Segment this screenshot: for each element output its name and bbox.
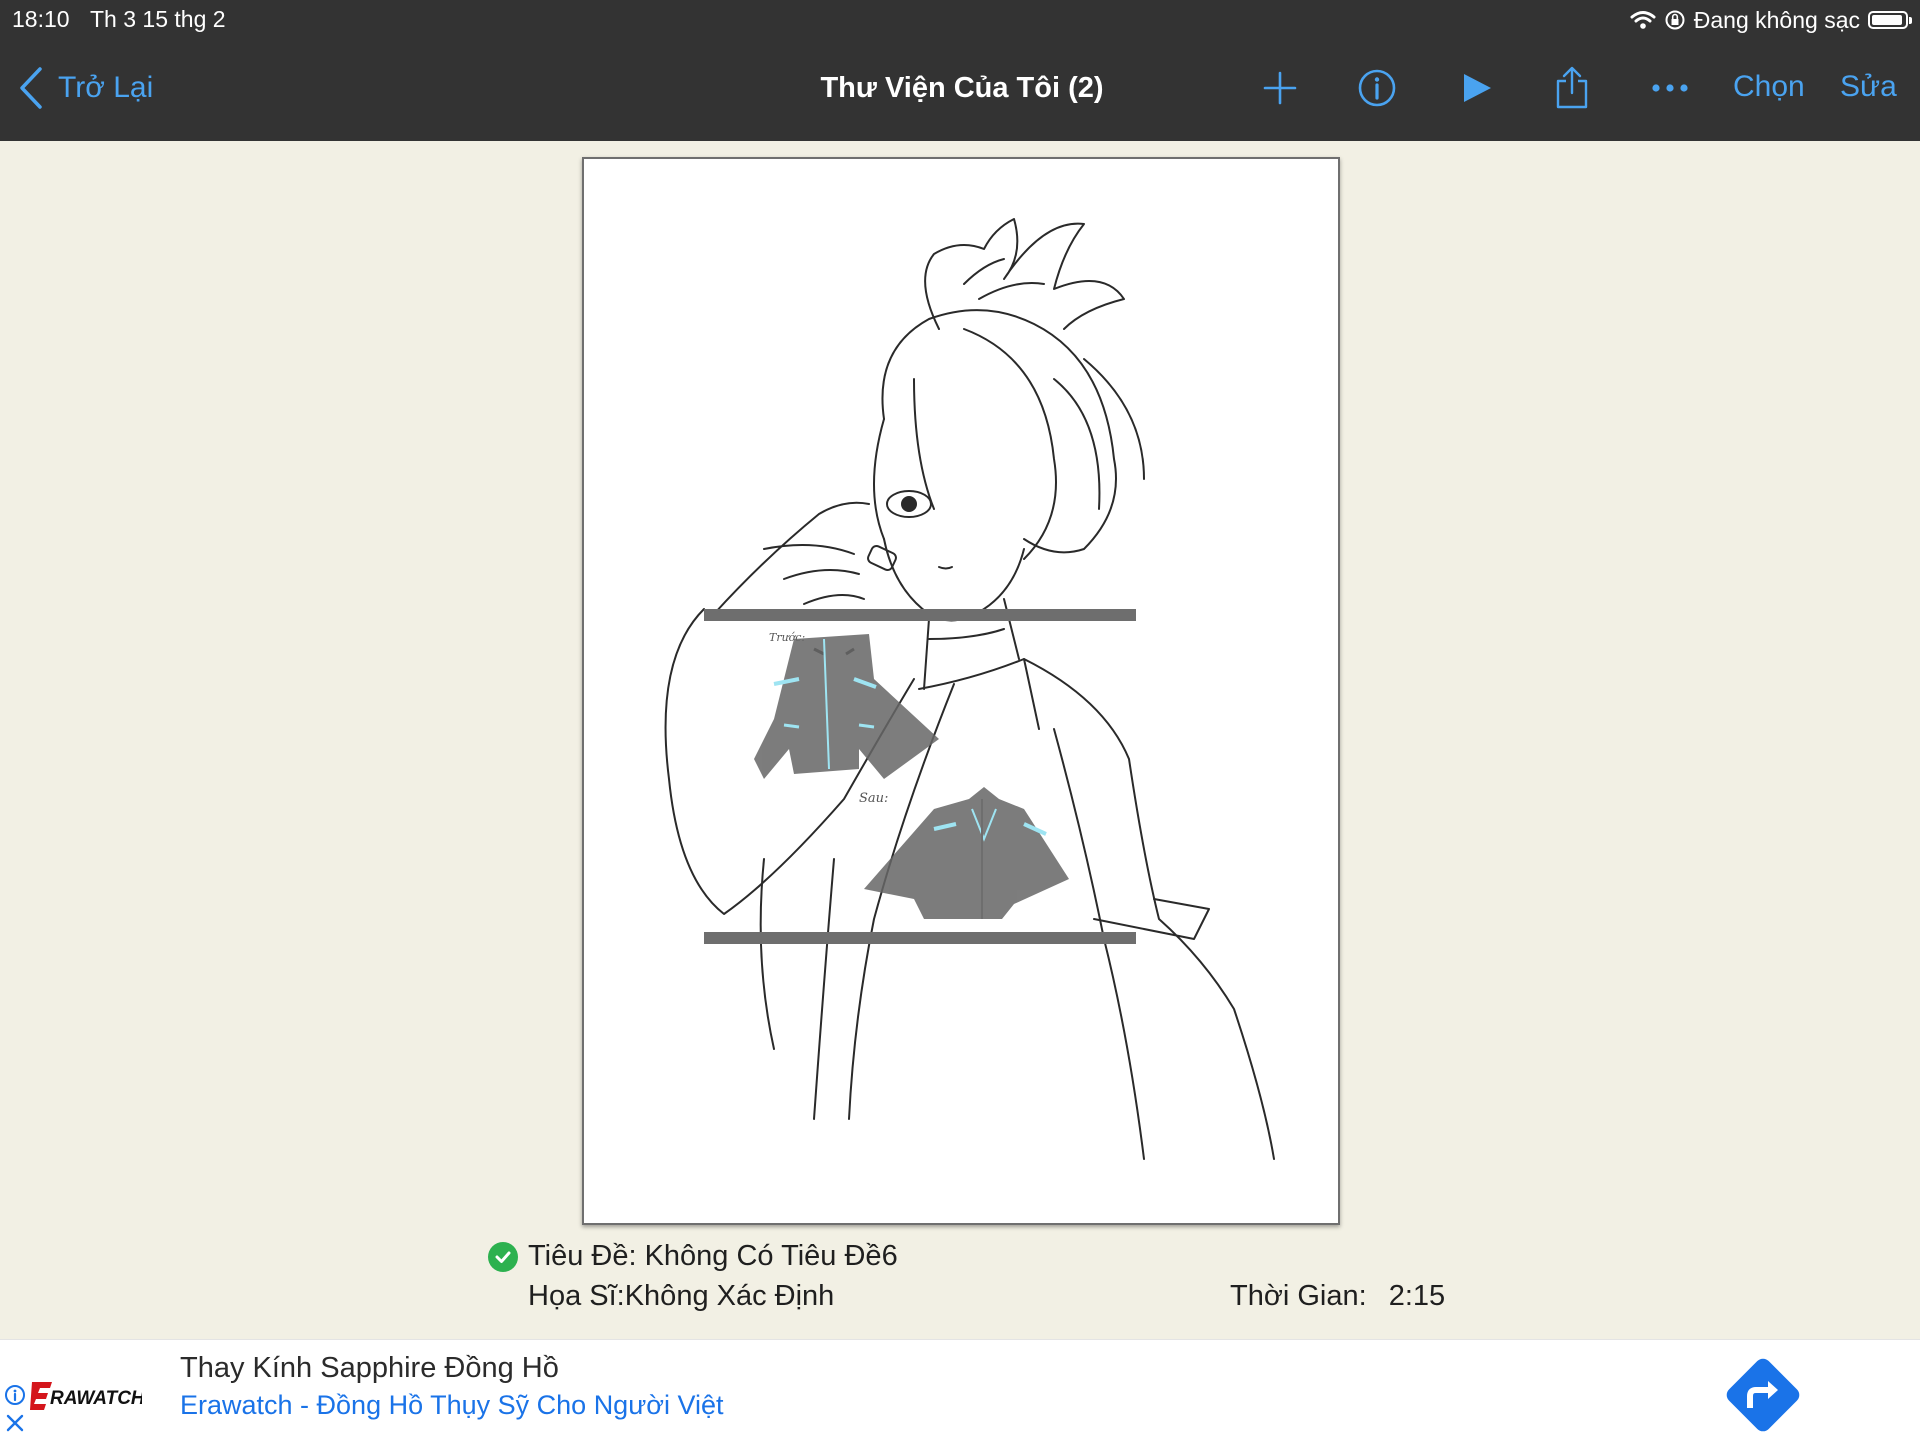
- info-icon: [1358, 69, 1396, 107]
- artwork-time: Thời Gian: 2:15: [1230, 1280, 1445, 1313]
- ad-subline: Erawatch - Đồng Hồ Thụy Sỹ Cho Người Việ…: [180, 1390, 724, 1420]
- more-icon: [1652, 84, 1688, 92]
- back-button[interactable]: Trở Lại: [18, 66, 153, 110]
- charging-status: Đang không sạc: [1693, 6, 1860, 33]
- battery-icon: [1868, 11, 1912, 29]
- status-date: Th 3 15 thg 2: [90, 6, 226, 32]
- back-button-label: Trở Lại: [58, 71, 154, 104]
- ad-headline: Thay Kính Sapphire Đồng Hồ: [180, 1352, 559, 1384]
- add-button[interactable]: [1258, 66, 1302, 110]
- edit-button[interactable]: Sửa: [1840, 70, 1897, 104]
- ad-info-icon[interactable]: [4, 1384, 26, 1406]
- artwork-thumbnail[interactable]: Trước: Sau:: [582, 157, 1340, 1225]
- directions-icon[interactable]: [1718, 1350, 1808, 1440]
- share-button[interactable]: [1550, 66, 1594, 110]
- reference-bar-bottom: [704, 932, 1136, 944]
- checkmark-icon: [488, 1241, 518, 1272]
- artwork-title-row: Tiêu Đề: Không Có Tiêu Đề6: [488, 1240, 898, 1273]
- top-bar: 18:10 Th 3 15 thg 2 Đang không sạc Trở L…: [0, 0, 1920, 141]
- face: [883, 538, 1025, 622]
- more-button[interactable]: [1648, 66, 1692, 110]
- select-button[interactable]: Chọn: [1733, 70, 1805, 104]
- erawatch-logo: RAWATCH: [30, 1382, 142, 1410]
- artwork-artist: Họa Sĩ:Không Xác Định: [528, 1280, 835, 1312]
- reference-bar-top: [704, 609, 1136, 621]
- inset-label-after: Sau:: [859, 791, 888, 806]
- svg-text:RAWATCH: RAWATCH: [50, 1388, 142, 1409]
- ad-banner[interactable]: RAWATCH Thay Kính Sapphire Đồng Hồ Erawa…: [0, 1339, 1920, 1440]
- orientation-lock-icon: [1665, 10, 1685, 30]
- add-icon: [1263, 71, 1297, 105]
- status-time: 18:10: [12, 6, 70, 32]
- app-root: 18:10 Th 3 15 thg 2 Đang không sạc Trở L…: [0, 0, 1920, 1440]
- status-indicators: Đang không sạc: [1630, 6, 1912, 34]
- play-icon: [1464, 74, 1491, 102]
- time-label: Thời Gian:: [1230, 1280, 1367, 1312]
- hand: [713, 501, 870, 615]
- chevron-left-icon: [20, 67, 42, 109]
- artwork-drawing: Trước: Sau:: [664, 218, 1275, 1160]
- time-value: 2:15: [1388, 1280, 1446, 1312]
- play-button[interactable]: [1455, 66, 1499, 110]
- jacket-reference-before: [754, 634, 939, 779]
- artwork-title: Tiêu Đề: Không Có Tiêu Đề6: [528, 1240, 898, 1272]
- jacket-reference-after: [864, 787, 1069, 919]
- info-button[interactable]: [1355, 66, 1399, 110]
- page-title: Thư Viện Của Tôi (2): [820, 72, 1104, 104]
- wifi-icon: [1630, 11, 1656, 29]
- ad-close-icon[interactable]: [4, 1412, 26, 1434]
- share-icon: [1556, 66, 1588, 109]
